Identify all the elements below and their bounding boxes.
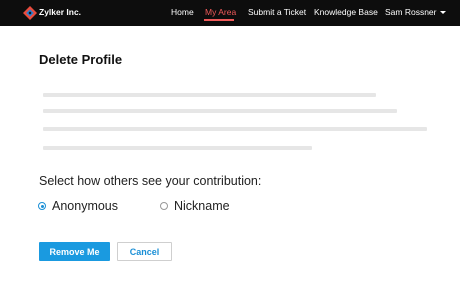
placeholder-text-line [43,127,427,131]
nav-submit-ticket[interactable]: Submit a Ticket [248,7,306,17]
option-anonymous[interactable]: Anonymous [38,199,118,213]
brand-name[interactable]: Zylker Inc. [39,7,81,17]
page-title: Delete Profile [39,52,123,67]
cancel-button[interactable]: Cancel [117,242,172,261]
radio-anonymous[interactable] [38,202,46,210]
nav-my-area[interactable]: My Area [205,7,236,17]
user-name: Sam Rossner [385,7,437,17]
placeholder-text-line [43,146,312,150]
top-navigation-bar: Zylker Inc. Home My Area Submit a Ticket… [0,0,460,26]
option-anonymous-label: Anonymous [52,199,119,213]
option-nickname-label: Nickname [174,199,230,213]
placeholder-text-line [43,93,376,97]
user-menu[interactable]: Sam Rossner [385,7,446,17]
nav-knowledge-base[interactable]: Knowledge Base [314,7,378,17]
placeholder-text-line [43,109,397,113]
option-nickname[interactable]: Nickname [160,199,230,213]
nav-home[interactable]: Home [171,7,194,17]
active-tab-indicator [204,19,234,21]
remove-me-button[interactable]: Remove Me [39,242,110,261]
radio-nickname[interactable] [160,202,168,210]
visibility-question: Select how others see your contribution: [39,174,262,188]
zylker-logo-icon [23,6,37,20]
chevron-down-icon [439,11,446,14]
